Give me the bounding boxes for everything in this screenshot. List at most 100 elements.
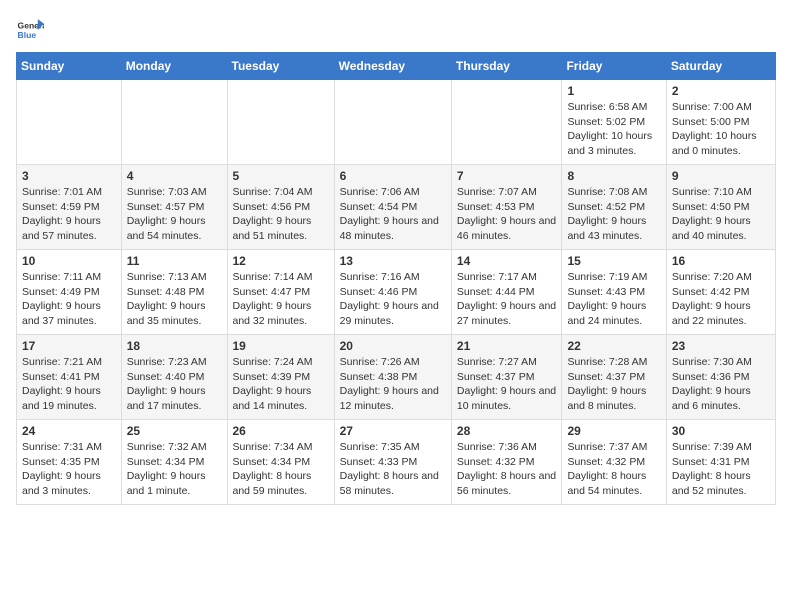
calendar-cell: 6 Sunrise: 7:06 AM Sunset: 4:54 PM Daylig… (334, 165, 451, 250)
day-number: 19 (233, 339, 329, 353)
day-number: 15 (567, 254, 660, 268)
day-number: 28 (457, 424, 557, 438)
calendar-cell: 25Sunrise: 7:32 AM Sunset: 4:34 PM Dayli… (121, 420, 227, 505)
calendar-cell (17, 80, 122, 165)
day-info: Sunrise: 7:11 AM Sunset: 4:49 PM Dayligh… (22, 270, 116, 329)
calendar-week-row: 10 Sunrise: 7:11 AM Sunset: 4:49 PM Dayli… (17, 250, 776, 335)
day-info: Sunrise: 7:31 AM Sunset: 4:35 PM Dayligh… (22, 440, 116, 499)
calendar-cell: 9 Sunrise: 7:10 AM Sunset: 4:50 PM Daylig… (666, 165, 775, 250)
day-number: 23 (672, 339, 770, 353)
day-info: Sunrise: 7:36 AM Sunset: 4:32 PM Dayligh… (457, 440, 557, 499)
day-info: Sunrise: 7:35 AM Sunset: 4:33 PM Dayligh… (340, 440, 446, 499)
header-cell-saturday: Saturday (666, 53, 775, 80)
day-number: 5 (233, 169, 329, 183)
day-number: 3 (22, 169, 116, 183)
header-cell-tuesday: Tuesday (227, 53, 334, 80)
calendar-cell: 28 Sunrise: 7:36 AM Sunset: 4:32 PM Dayli… (451, 420, 562, 505)
day-info: Sunrise: 7:06 AM Sunset: 4:54 PM Dayligh… (340, 185, 446, 244)
calendar-week-row: 24 Sunrise: 7:31 AM Sunset: 4:35 PM Dayli… (17, 420, 776, 505)
calendar-week-row: 3 Sunrise: 7:01 AM Sunset: 4:59 PM Daylig… (17, 165, 776, 250)
day-number: 21 (457, 339, 557, 353)
day-info: Sunrise: 7:04 AM Sunset: 4:56 PM Dayligh… (233, 185, 329, 244)
day-info: Sunrise: 7:24 AM Sunset: 4:39 PM Dayligh… (233, 355, 329, 414)
day-info: Sunrise: 7:20 AM Sunset: 4:42 PM Dayligh… (672, 270, 770, 329)
day-info: Sunrise: 7:03 AM Sunset: 4:57 PM Dayligh… (127, 185, 222, 244)
calendar-cell: 19 Sunrise: 7:24 AM Sunset: 4:39 PM Dayli… (227, 335, 334, 420)
calendar-cell: 3 Sunrise: 7:01 AM Sunset: 4:59 PM Daylig… (17, 165, 122, 250)
calendar-week-row: 1 Sunrise: 6:58 AM Sunset: 5:02 PM Daylig… (17, 80, 776, 165)
day-info: Sunrise: 7:07 AM Sunset: 4:53 PM Dayligh… (457, 185, 557, 244)
day-number: 11 (127, 254, 222, 268)
calendar-cell: 26Sunrise: 7:34 AM Sunset: 4:34 PM Dayli… (227, 420, 334, 505)
day-info: Sunrise: 7:21 AM Sunset: 4:41 PM Dayligh… (22, 355, 116, 414)
day-number: 12 (233, 254, 329, 268)
day-info: Sunrise: 7:28 AM Sunset: 4:37 PM Dayligh… (567, 355, 660, 414)
header-cell-thursday: Thursday (451, 53, 562, 80)
day-info: Sunrise: 7:13 AM Sunset: 4:48 PM Dayligh… (127, 270, 222, 329)
calendar-cell: 1 Sunrise: 6:58 AM Sunset: 5:02 PM Daylig… (562, 80, 666, 165)
day-number: 16 (672, 254, 770, 268)
day-number: 4 (127, 169, 222, 183)
calendar-cell: 29Sunrise: 7:37 AM Sunset: 4:32 PM Dayli… (562, 420, 666, 505)
day-number: 10 (22, 254, 116, 268)
calendar-cell: 18 Sunrise: 7:23 AM Sunset: 4:40 PM Dayli… (121, 335, 227, 420)
header-cell-monday: Monday (121, 53, 227, 80)
header-cell-sunday: Sunday (17, 53, 122, 80)
day-info: Sunrise: 7:17 AM Sunset: 4:44 PM Dayligh… (457, 270, 557, 329)
day-number: 6 (340, 169, 446, 183)
calendar-cell: 30 Sunrise: 7:39 AM Sunset: 4:31 PM Dayli… (666, 420, 775, 505)
day-info: Sunrise: 7:10 AM Sunset: 4:50 PM Dayligh… (672, 185, 770, 244)
day-number: 24 (22, 424, 116, 438)
calendar-cell: 7 Sunrise: 7:07 AM Sunset: 4:53 PM Daylig… (451, 165, 562, 250)
day-info: Sunrise: 7:19 AM Sunset: 4:43 PM Dayligh… (567, 270, 660, 329)
day-number: 25 (127, 424, 222, 438)
calendar-cell: 13Sunrise: 7:16 AM Sunset: 4:46 PM Dayli… (334, 250, 451, 335)
day-number: 27 (340, 424, 446, 438)
page-header: General Blue (16, 16, 776, 44)
day-info: Sunrise: 7:08 AM Sunset: 4:52 PM Dayligh… (567, 185, 660, 244)
day-info: Sunrise: 7:01 AM Sunset: 4:59 PM Dayligh… (22, 185, 116, 244)
calendar-cell (334, 80, 451, 165)
calendar-cell: 23Sunrise: 7:30 AM Sunset: 4:36 PM Dayli… (666, 335, 775, 420)
day-number: 1 (567, 84, 660, 98)
logo: General Blue (16, 16, 48, 44)
day-info: Sunrise: 7:27 AM Sunset: 4:37 PM Dayligh… (457, 355, 557, 414)
day-info: Sunrise: 7:00 AM Sunset: 5:00 PM Dayligh… (672, 100, 770, 159)
day-number: 30 (672, 424, 770, 438)
day-number: 17 (22, 339, 116, 353)
day-number: 9 (672, 169, 770, 183)
day-number: 20 (340, 339, 446, 353)
calendar-cell: 10 Sunrise: 7:11 AM Sunset: 4:49 PM Dayli… (17, 250, 122, 335)
day-number: 7 (457, 169, 557, 183)
calendar-cell: 17 Sunrise: 7:21 AM Sunset: 4:41 PM Dayli… (17, 335, 122, 420)
calendar-week-row: 17 Sunrise: 7:21 AM Sunset: 4:41 PM Dayli… (17, 335, 776, 420)
day-info: Sunrise: 7:23 AM Sunset: 4:40 PM Dayligh… (127, 355, 222, 414)
day-info: Sunrise: 7:39 AM Sunset: 4:31 PM Dayligh… (672, 440, 770, 499)
calendar-cell: 14 Sunrise: 7:17 AM Sunset: 4:44 PM Dayli… (451, 250, 562, 335)
calendar-cell: 27 Sunrise: 7:35 AM Sunset: 4:33 PM Dayli… (334, 420, 451, 505)
day-info: Sunrise: 7:26 AM Sunset: 4:38 PM Dayligh… (340, 355, 446, 414)
day-number: 8 (567, 169, 660, 183)
calendar-table: SundayMondayTuesdayWednesdayThursdayFrid… (16, 52, 776, 505)
calendar-cell: 21 Sunrise: 7:27 AM Sunset: 4:37 PM Dayli… (451, 335, 562, 420)
svg-text:Blue: Blue (18, 30, 37, 40)
calendar-cell: 2 Sunrise: 7:00 AM Sunset: 5:00 PM Daylig… (666, 80, 775, 165)
calendar-cell: 24 Sunrise: 7:31 AM Sunset: 4:35 PM Dayli… (17, 420, 122, 505)
calendar-cell: 11 Sunrise: 7:13 AM Sunset: 4:48 PM Dayli… (121, 250, 227, 335)
calendar-cell: 16 Sunrise: 7:20 AM Sunset: 4:42 PM Dayli… (666, 250, 775, 335)
day-info: Sunrise: 7:14 AM Sunset: 4:47 PM Dayligh… (233, 270, 329, 329)
day-info: Sunrise: 7:16 AM Sunset: 4:46 PM Dayligh… (340, 270, 446, 329)
calendar-cell: 8 Sunrise: 7:08 AM Sunset: 4:52 PM Daylig… (562, 165, 666, 250)
day-number: 2 (672, 84, 770, 98)
day-number: 14 (457, 254, 557, 268)
day-number: 18 (127, 339, 222, 353)
calendar-cell (227, 80, 334, 165)
calendar-cell: 20 Sunrise: 7:26 AM Sunset: 4:38 PM Dayli… (334, 335, 451, 420)
calendar-cell: 5 Sunrise: 7:04 AM Sunset: 4:56 PM Daylig… (227, 165, 334, 250)
day-info: Sunrise: 7:37 AM Sunset: 4:32 PM Dayligh… (567, 440, 660, 499)
calendar-cell: 12 Sunrise: 7:14 AM Sunset: 4:47 PM Dayli… (227, 250, 334, 335)
day-info: Sunrise: 6:58 AM Sunset: 5:02 PM Dayligh… (567, 100, 660, 159)
calendar-cell: 22Sunrise: 7:28 AM Sunset: 4:37 PM Dayli… (562, 335, 666, 420)
calendar-cell: 15 Sunrise: 7:19 AM Sunset: 4:43 PM Dayli… (562, 250, 666, 335)
header-cell-friday: Friday (562, 53, 666, 80)
